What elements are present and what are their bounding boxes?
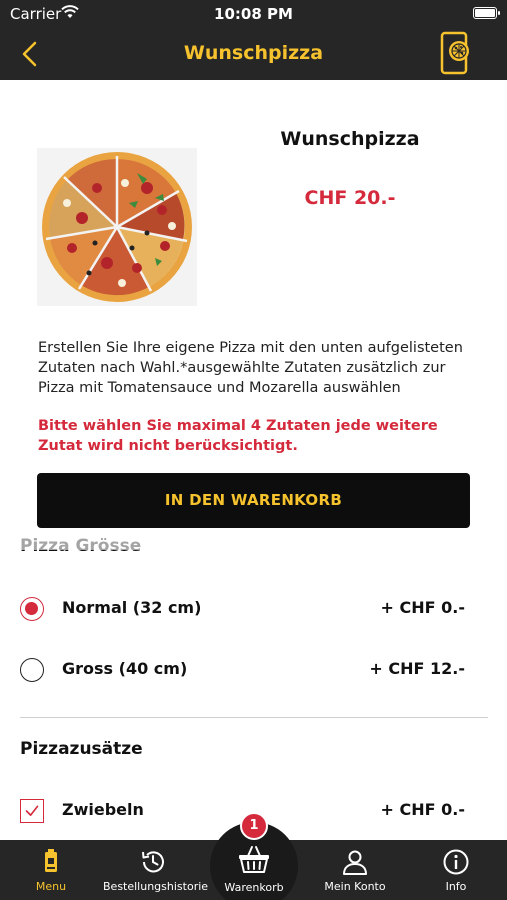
basket-icon bbox=[239, 846, 269, 873]
product-detail-scroll[interactable]: Wunschpizza CHF 20.- Erstellen Sie Ihre … bbox=[0, 80, 507, 840]
size-option-price: + CHF 0.- bbox=[380, 598, 465, 617]
size-option-gross[interactable]: Gross (40 cm) + CHF 12.- bbox=[0, 650, 507, 690]
menu-icon bbox=[45, 849, 57, 872]
status-bar: Carrier 10:08 PM bbox=[0, 0, 507, 28]
tab-label: Warenkorb bbox=[224, 881, 284, 894]
cart-count-badge: 1 bbox=[240, 812, 268, 840]
product-price: CHF 20.- bbox=[304, 187, 396, 209]
product-description: Erstellen Sie Ihre eigene Pizza mit den … bbox=[38, 340, 463, 396]
battery-icon bbox=[473, 7, 500, 19]
user-icon bbox=[343, 850, 367, 875]
navigation-bar: Wunschpizza bbox=[0, 28, 507, 80]
extras-section-title: Pizzazusätze bbox=[20, 739, 143, 759]
tab-label: Menu bbox=[35, 880, 67, 893]
tab-label: Bestellungshistorie bbox=[103, 880, 209, 893]
scroll-fade bbox=[0, 528, 507, 550]
tab-history[interactable]: Bestellungshistorie bbox=[103, 840, 209, 900]
section-divider bbox=[20, 717, 488, 718]
radio-selected[interactable] bbox=[20, 597, 44, 621]
clock: 10:08 PM bbox=[214, 5, 293, 23]
screen: Carrier 10:08 PM Wunschpizza Wunschpizza… bbox=[0, 0, 507, 900]
extra-item-label: Zwiebeln bbox=[62, 800, 144, 819]
tab-label: Mein Konto bbox=[324, 880, 386, 893]
pizza-image bbox=[37, 148, 197, 306]
page-title: Wunschpizza bbox=[183, 42, 324, 64]
ingredient-limit-warning: Bitte wählen Sie maximal 4 Zutaten jede … bbox=[38, 418, 438, 454]
size-option-label: Normal (32 cm) bbox=[62, 598, 202, 617]
phone-pizza-icon[interactable] bbox=[439, 31, 473, 75]
tab-account[interactable]: Mein Konto bbox=[305, 840, 405, 900]
add-to-cart-button[interactable]: IN DEN WARENKORB bbox=[37, 473, 470, 528]
checkbox-checked-icon[interactable] bbox=[20, 799, 44, 823]
radio-unselected[interactable] bbox=[20, 658, 44, 682]
size-option-label: Gross (40 cm) bbox=[62, 659, 188, 678]
tab-menu[interactable]: Menu bbox=[1, 840, 101, 900]
extra-item-price: + CHF 0.- bbox=[380, 800, 465, 819]
info-icon bbox=[443, 849, 469, 875]
history-icon bbox=[142, 851, 164, 873]
tab-info[interactable]: Info bbox=[406, 840, 506, 900]
size-option-normal[interactable]: Normal (32 cm) + CHF 0.- bbox=[0, 589, 507, 629]
product-name: Wunschpizza bbox=[280, 128, 420, 150]
tab-label: Info bbox=[445, 880, 467, 893]
size-option-price: + CHF 12.- bbox=[369, 659, 465, 678]
